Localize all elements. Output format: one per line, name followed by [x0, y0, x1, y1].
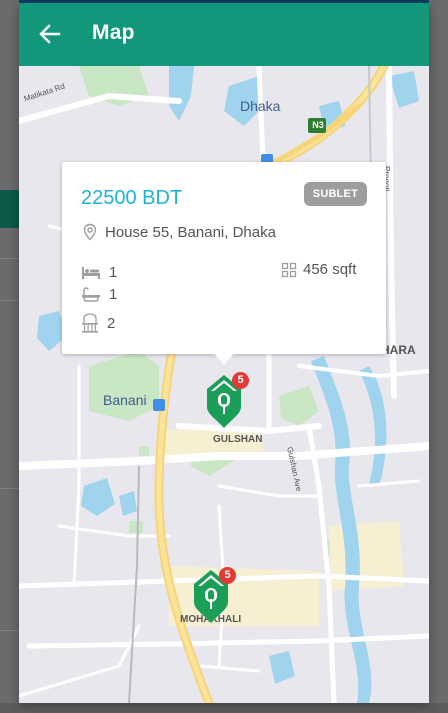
bedrooms-count: 1 — [109, 264, 118, 281]
bathrooms-count: 1 — [109, 286, 118, 303]
balcony-icon — [81, 313, 99, 333]
property-price: 22500 BDT — [81, 187, 183, 209]
background-divider — [0, 488, 19, 489]
map-label-gulshan: GULSHAN — [213, 434, 263, 445]
property-marker[interactable]: 5 — [191, 567, 236, 623]
map-label-hara: HARA — [381, 343, 416, 357]
area-row: 456 sqft — [281, 261, 356, 278]
property-area: 456 sqft — [303, 261, 357, 278]
background-divider — [0, 258, 19, 259]
bed-icon — [81, 266, 101, 280]
status-badge: SUBLET — [303, 182, 367, 206]
background-app-left — [0, 0, 19, 713]
marker-count-badge: 5 — [219, 567, 236, 584]
page-title: Map — [92, 21, 135, 44]
property-marker[interactable]: 5 — [204, 372, 249, 428]
map-label-n3: N3 — [312, 120, 324, 130]
background-divider — [0, 300, 19, 301]
background-divider — [0, 630, 19, 631]
location-pin-icon — [81, 223, 99, 241]
map-dialog: Map Dhaka N3 Matikata Rd Banani GULSHAN … — [19, 3, 429, 703]
balconies-row: 2 — [81, 313, 115, 333]
background-app-right — [429, 0, 448, 713]
card-pointer — [214, 353, 234, 365]
property-address: House 55, Banani, Dhaka — [105, 223, 276, 241]
marker-count-badge: 5 — [232, 372, 249, 389]
background-chip — [0, 190, 19, 228]
address-row: House 55, Banani, Dhaka — [81, 222, 276, 242]
app-bar: Map — [19, 3, 429, 66]
arrow-left-icon — [29, 24, 69, 59]
property-info-card[interactable]: 22500 BDT SUBLET House 55, Banani, Dhaka — [62, 162, 386, 365]
back-button[interactable] — [29, 15, 69, 55]
bathtub-icon — [81, 286, 101, 303]
map-label-banani: Banani — [103, 392, 147, 408]
bathrooms-row: 1 — [81, 286, 117, 303]
background-bottom — [0, 703, 448, 713]
map-label-dhaka: Dhaka — [240, 98, 281, 114]
bedrooms-row: 1 — [81, 264, 117, 281]
grid-area-icon — [281, 262, 297, 278]
balconies-count: 2 — [107, 314, 116, 332]
